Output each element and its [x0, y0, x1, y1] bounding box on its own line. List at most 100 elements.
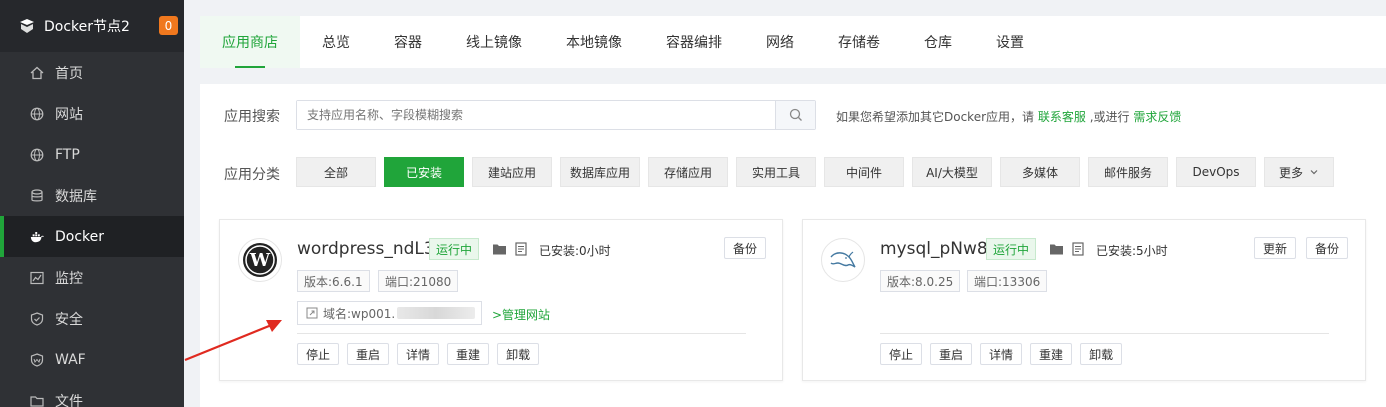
folder-icon[interactable] [1049, 242, 1064, 256]
monitor-icon [30, 271, 44, 285]
home-icon [30, 66, 44, 80]
sidebar-item-label: Docker [55, 228, 105, 245]
globe-icon [30, 107, 44, 121]
app-card-wordpress: W wordpress_ndL3 运行中 已安装:0小时 备份 版本:6.6.1… [219, 219, 783, 381]
tab-online-images[interactable]: 线上镜像 [444, 16, 544, 68]
hint-text: 如果您希望添加其它Docker应用，请 [836, 110, 1035, 124]
port-tag: 端口:13306 [967, 270, 1048, 292]
log-file-icon[interactable] [1071, 242, 1086, 256]
port-tag: 端口:21080 [378, 270, 459, 292]
search-input[interactable] [297, 101, 775, 129]
annotation-arrow-icon [184, 320, 282, 362]
category-all[interactable]: 全部 [296, 157, 376, 187]
category-more-label: 更多 [1278, 165, 1303, 180]
restart-button[interactable]: 重启 [930, 343, 973, 365]
tab-app-store[interactable]: 应用商店 [200, 16, 300, 68]
card-divider [880, 333, 1329, 334]
search-label: 应用搜索 [224, 109, 280, 125]
tab-overview[interactable]: 总览 [300, 16, 372, 68]
details-button[interactable]: 详情 [397, 343, 440, 365]
search-button[interactable] [775, 101, 815, 129]
backup-button[interactable]: 备份 [724, 237, 767, 259]
rebuild-button[interactable]: 重建 [1030, 343, 1073, 365]
tab-registry[interactable]: 仓库 [902, 16, 974, 68]
database-icon [30, 188, 44, 203]
restart-button[interactable]: 重启 [347, 343, 390, 365]
category-installed[interactable]: 已安装 [384, 157, 464, 187]
stop-button[interactable]: 停止 [297, 343, 340, 365]
tab-network[interactable]: 网络 [744, 16, 816, 68]
sidebar-item-label: 数据库 [55, 188, 97, 205]
sidebar-item-label: 首页 [55, 65, 83, 82]
installed-time: 已安装:5小时 [1096, 244, 1168, 258]
app-name: mysql_pNw8 [880, 239, 988, 259]
category-filters: 全部 已安装 建站应用 数据库应用 存储应用 实用工具 中间件 AI/大模型 多… [296, 157, 1334, 187]
sidebar-item-ftp[interactable]: FTP [0, 134, 184, 175]
app-store-panel: 应用搜索 如果您希望添加其它Docker应用，请 联系客服 ,或进行 需求反馈 … [200, 84, 1386, 407]
server-logo-icon [18, 17, 36, 35]
folder-icon [30, 394, 44, 407]
status-badge: 运行中 [429, 238, 480, 260]
domain-field[interactable]: 域名:wp001. [297, 301, 482, 325]
update-button[interactable]: 更新 [1254, 237, 1297, 259]
folder-icon[interactable] [492, 242, 507, 256]
hint-text-mid: ,或进行 [1089, 110, 1130, 124]
tab-local-images[interactable]: 本地镜像 [544, 16, 644, 68]
category-database[interactable]: 数据库应用 [560, 157, 640, 187]
sidebar-item-docker[interactable]: Docker [0, 216, 184, 257]
sidebar-item-database[interactable]: 数据库 [0, 175, 184, 216]
waf-shield-icon [30, 352, 44, 367]
app-name: wordpress_ndL3 [297, 239, 435, 259]
sidebar-item-label: 文件 [55, 393, 83, 407]
shield-icon [30, 311, 44, 326]
sidebar-item-monitor[interactable]: 监控 [0, 257, 184, 298]
sidebar-item-home[interactable]: 首页 [0, 52, 184, 93]
link-icon [306, 307, 318, 319]
tab-containers[interactable]: 容器 [372, 16, 444, 68]
app-card-mysql: mysql_pNw8 运行中 已安装:5小时 更新 备份 版本:8.0.25 端… [802, 219, 1366, 381]
uninstall-button[interactable]: 卸载 [1080, 343, 1123, 365]
chevron-down-icon [1310, 170, 1318, 175]
details-button[interactable]: 详情 [980, 343, 1023, 365]
wordpress-logo-icon: W [238, 238, 282, 282]
version-tag: 版本:8.0.25 [880, 270, 961, 292]
tab-settings[interactable]: 设置 [974, 16, 1046, 68]
docker-tabs: 应用商店 总览 容器 线上镜像 本地镜像 容器编排 网络 存储卷 仓库 设置 [200, 16, 1386, 68]
category-tools[interactable]: 实用工具 [736, 157, 816, 187]
stop-button[interactable]: 停止 [880, 343, 923, 365]
sidebar-item-security[interactable]: 安全 [0, 298, 184, 339]
sidebar-item-waf[interactable]: WAF [0, 339, 184, 380]
contact-support-link[interactable]: 联系客服 [1038, 110, 1086, 124]
category-media[interactable]: 多媒体 [1000, 157, 1080, 187]
docker-icon [30, 230, 44, 244]
sidebar-item-website[interactable]: 网站 [0, 93, 184, 134]
log-file-icon[interactable] [514, 242, 529, 256]
uninstall-button[interactable]: 卸载 [497, 343, 540, 365]
category-website[interactable]: 建站应用 [472, 157, 552, 187]
category-middleware[interactable]: 中间件 [824, 157, 904, 187]
category-more[interactable]: 更多 [1264, 157, 1334, 187]
sidebar-item-label: FTP [55, 146, 80, 163]
rebuild-button[interactable]: 重建 [447, 343, 490, 365]
sidebar-brand[interactable]: Docker节点2 0 [0, 0, 184, 52]
manage-website-link[interactable]: >管理网站 [492, 306, 550, 323]
category-ai[interactable]: AI/大模型 [912, 157, 992, 187]
sidebar-item-label: 网站 [55, 106, 83, 123]
category-devops[interactable]: DevOps [1176, 157, 1256, 187]
category-mail[interactable]: 邮件服务 [1088, 157, 1168, 187]
installed-time: 已安装:0小时 [539, 244, 611, 258]
version-tag: 版本:6.6.1 [297, 270, 370, 292]
ftp-globe-icon [30, 148, 44, 162]
tab-compose[interactable]: 容器编排 [644, 16, 744, 68]
redacted-domain [397, 307, 476, 319]
category-label: 应用分类 [224, 167, 280, 183]
feedback-link[interactable]: 需求反馈 [1133, 110, 1181, 124]
sidebar-item-label: WAF [55, 351, 86, 368]
backup-button[interactable]: 备份 [1306, 237, 1349, 259]
category-storage[interactable]: 存储应用 [648, 157, 728, 187]
svg-text:W: W [249, 250, 271, 271]
notification-badge[interactable]: 0 [159, 16, 178, 35]
sidebar-item-files[interactable]: 文件 [0, 380, 184, 407]
tab-volumes[interactable]: 存储卷 [816, 16, 902, 68]
mysql-logo-icon [821, 238, 865, 282]
